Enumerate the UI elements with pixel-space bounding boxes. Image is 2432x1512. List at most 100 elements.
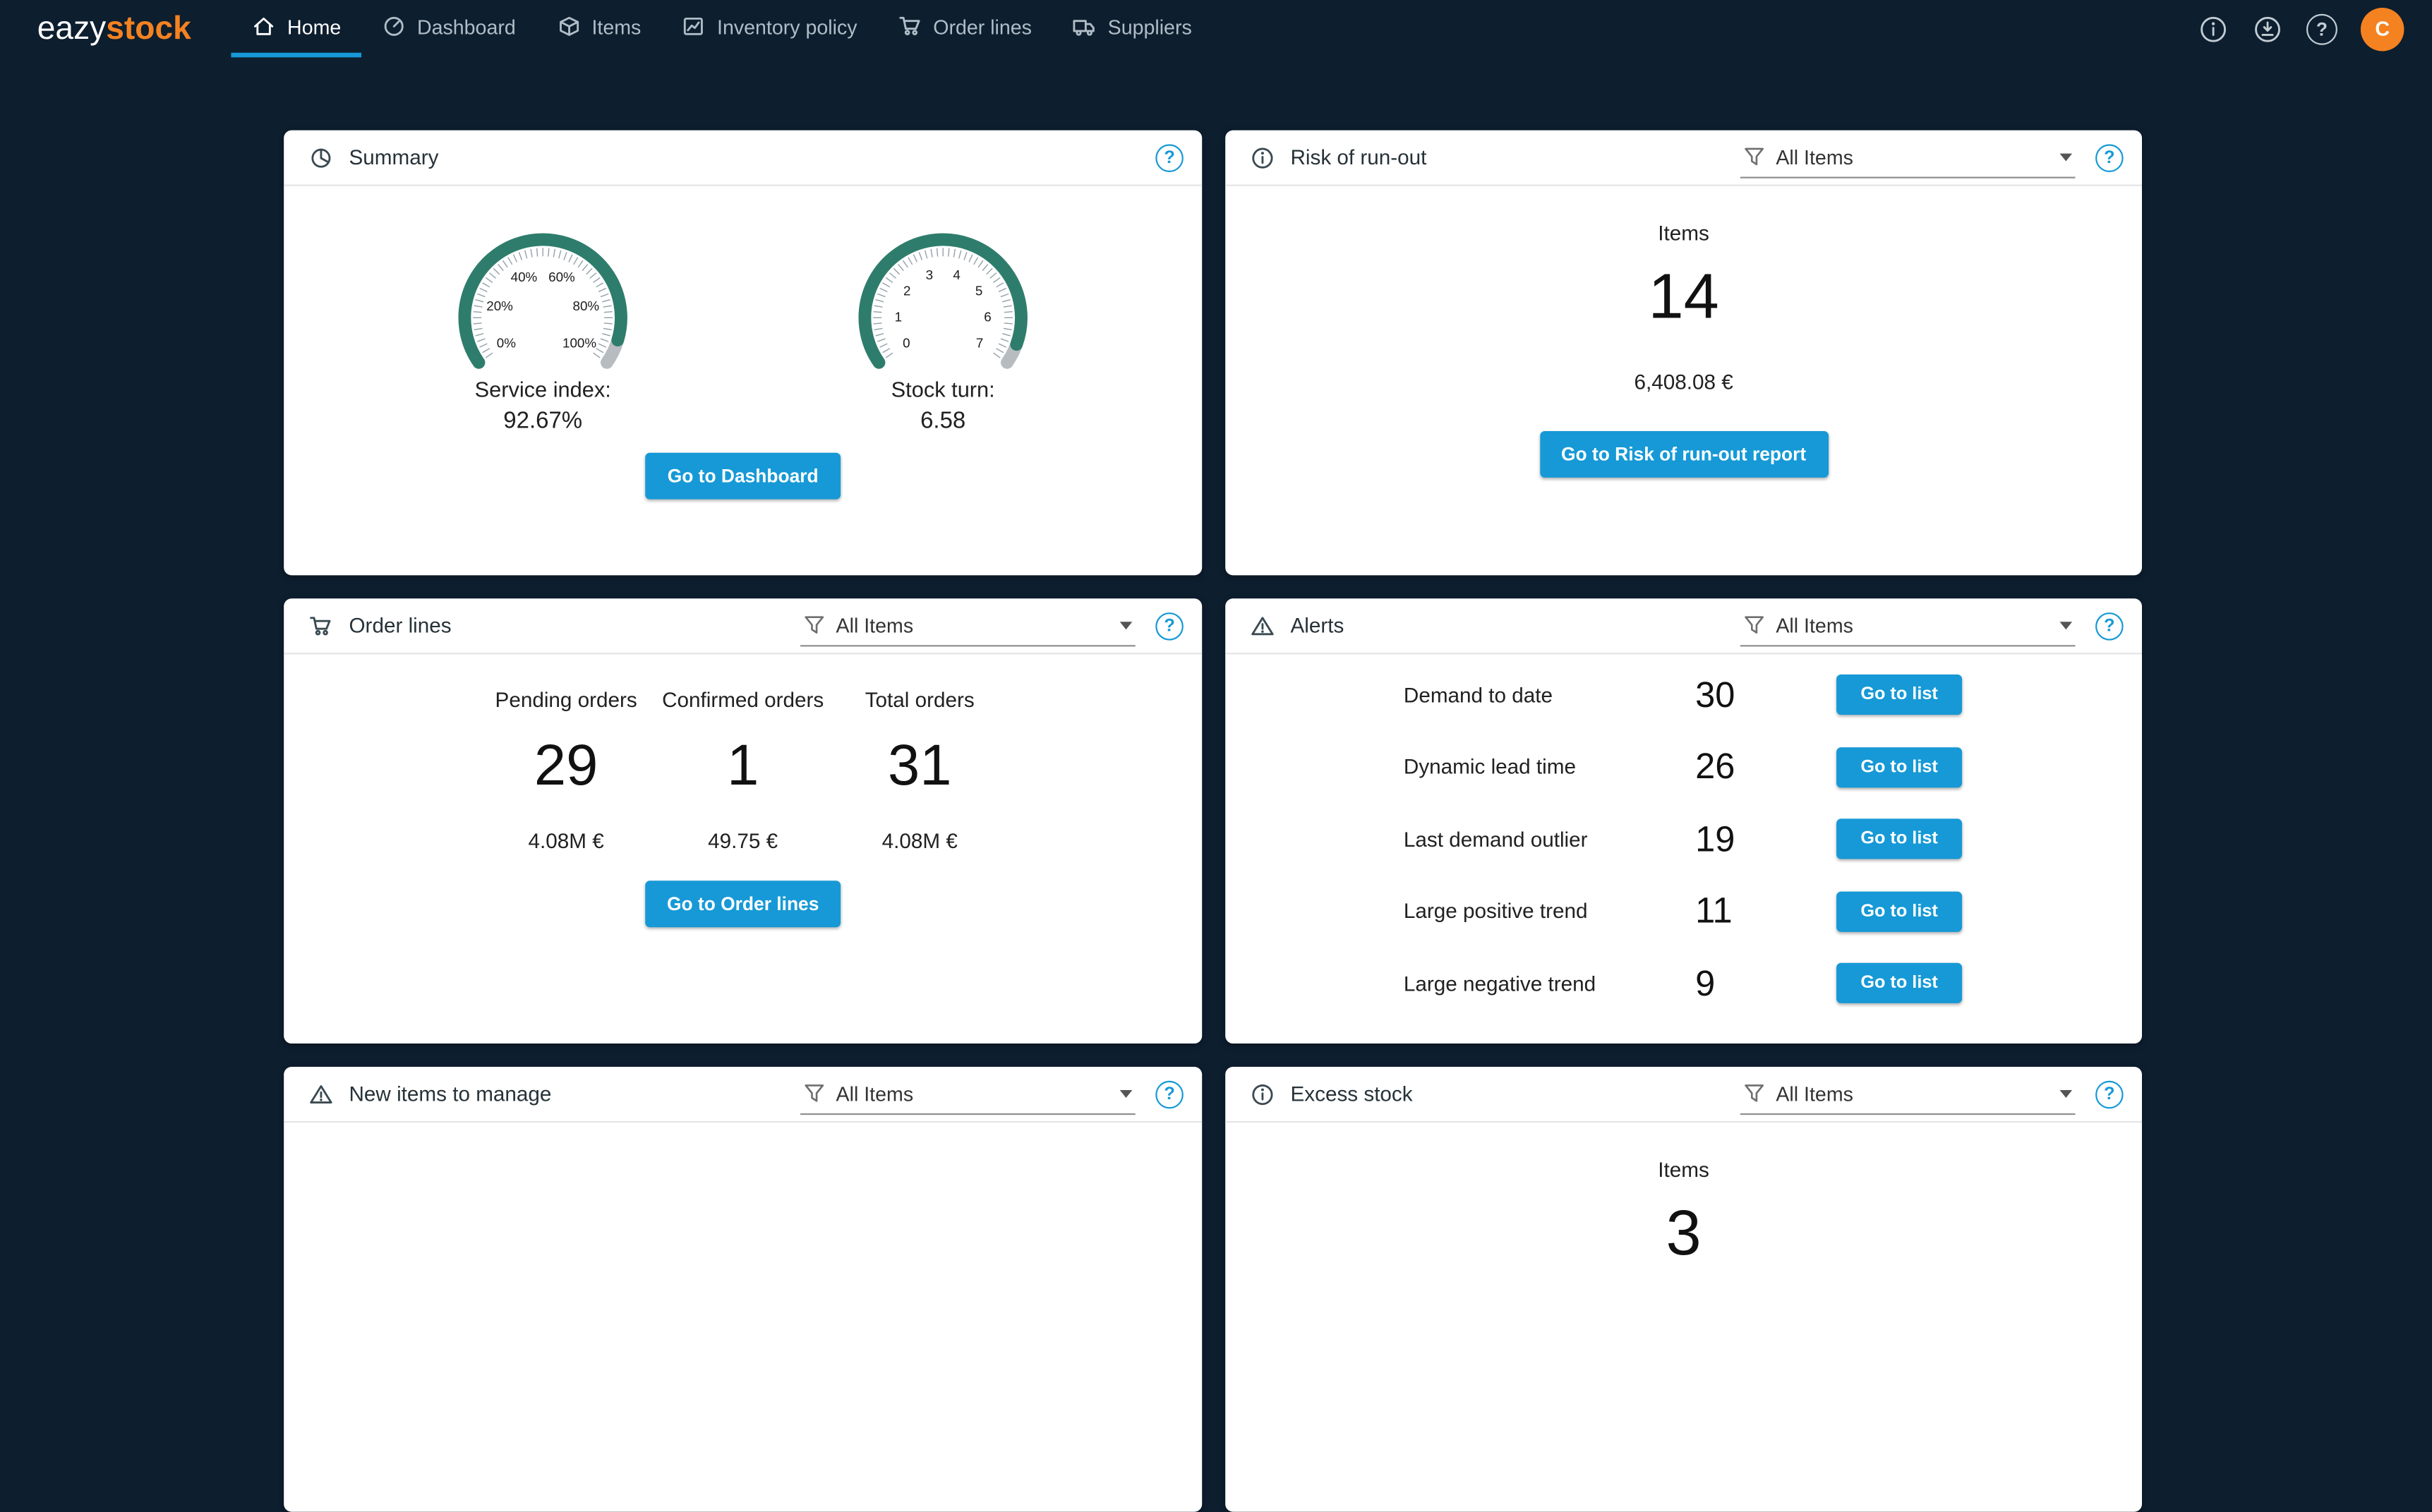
nav-item-inventory-policy[interactable]: Inventory policy [661,0,877,57]
nav-item-home[interactable]: Home [231,0,361,57]
filter-value: All Items [1776,613,1853,636]
go-to-list-button[interactable]: Go to list [1836,675,1962,715]
risk-body: Items 14 6,408.08 € Go to Risk of run-ou… [1225,186,2142,478]
help-icon[interactable]: ? [1155,1080,1184,1108]
alert-row-dynamic-lead-time: Dynamic lead time 26 Go to list [1225,731,2142,803]
alerts-card-header: Alerts All Items ? [1225,598,2142,654]
risk-total-value: 6,408.08 € [1634,370,1733,394]
nav-item-suppliers[interactable]: Suppliers [1052,0,1212,57]
items-label: Items [1658,1159,1709,1182]
service-index-gauge: 0%20%40%60%80%100% [403,217,682,374]
go-to-list-button[interactable]: Go to list [1836,819,1962,859]
svg-text:20%: 20% [486,298,513,313]
filter-value: All Items [836,1082,914,1105]
brand-logo[interactable]: eazystock [37,10,191,47]
items-filter-dropdown[interactable]: All Items [800,605,1136,646]
help-icon[interactable]: ? [2306,13,2337,44]
chevron-down-icon [2060,152,2073,160]
alerts-body: Demand to date 30 Go to list Dynamic lea… [1225,654,2142,1020]
nav-item-items[interactable]: Items [536,0,661,57]
brand-light: eazy [37,10,106,46]
stock-turn-gauge-block: 01234567 Stock turn: 6.58 [788,217,1098,435]
svg-text:6: 6 [984,309,991,324]
order-lines-card: Order lines All Items ? Pending orders 2… [284,598,1202,1044]
alert-count: 9 [1695,962,1836,1004]
filter-value: All Items [1776,1082,1853,1105]
nav-item-label: Order lines [933,15,1032,38]
nav-right-actions: ? C [2198,7,2404,51]
filter-funnel-icon [803,614,825,636]
confirmed-orders-column: Confirmed orders 1 49.75 € [654,689,831,853]
alert-label: Demand to date [1404,684,1695,707]
go-to-risk-report-button[interactable]: Go to Risk of run-out report [1539,431,1828,478]
risk-item-count: 14 [1648,264,1718,331]
nav-item-label: Home [287,15,341,38]
items-filter-dropdown[interactable]: All Items [1740,1074,2076,1114]
column-count: 29 [478,734,655,799]
pending-orders-column: Pending orders 29 4.08M € [478,689,655,853]
help-icon[interactable]: ? [1155,143,1184,171]
nav-item-label: Inventory policy [717,15,857,38]
items-icon [556,14,581,39]
warning-triangle-icon [1250,613,1275,638]
items-filter-dropdown[interactable]: All Items [1740,137,2076,177]
alert-count: 11 [1695,890,1836,932]
help-icon[interactable]: ? [1155,612,1184,640]
go-to-dashboard-button[interactable]: Go to Dashboard [646,453,840,500]
avatar[interactable]: C [2361,7,2404,51]
help-icon[interactable]: ? [2095,143,2124,171]
nav-item-label: Suppliers [1108,15,1192,38]
summary-body: 0%20%40%60%80%100% Service index: 92.67%… [284,186,1202,435]
alert-row-large-positive-trend: Large positive trend 11 Go to list [1225,876,2142,948]
stock-turn-gauge: 01234567 [803,217,1083,374]
brand-bold: stock [106,10,191,46]
go-to-list-button[interactable]: Go to list [1836,963,1962,1003]
filter-funnel-icon [1743,1082,1765,1104]
nav-item-label: Items [591,15,641,38]
go-to-list-button[interactable]: Go to list [1836,891,1962,931]
warning-triangle-icon [308,1082,333,1106]
suppliers-icon [1072,14,1097,39]
go-to-order-lines-button[interactable]: Go to Order lines [645,881,841,927]
filter-value: All Items [836,613,914,636]
card-title: Summary [349,146,438,169]
main-nav: Home Dashboard Items Inventory policy [231,0,1212,57]
top-nav: eazystock Home Dashboard Items [0,0,2432,57]
total-orders-column: Total orders 31 4.08M € [831,689,1009,853]
svg-text:2: 2 [903,284,910,298]
chevron-down-icon [1120,1089,1133,1097]
gauge-value: 6.58 [788,408,1098,434]
nav-item-dashboard[interactable]: Dashboard [361,0,536,57]
cart-icon [308,613,333,638]
card-title: New items to manage [349,1082,551,1106]
inventory-policy-icon [681,14,706,39]
alerts-card: Alerts All Items ? Demand to date 30 Go … [1225,598,2142,1044]
go-to-list-button[interactable]: Go to list [1836,747,1962,787]
card-title: Order lines [349,614,451,637]
filter-value: All Items [1776,145,1853,168]
card-title: Excess stock [1290,1082,1412,1106]
column-label: Pending orders [478,689,655,712]
alert-label: Last demand outlier [1404,828,1695,851]
gauge-label: Service index: [387,377,698,401]
help-icon[interactable]: ? [2095,612,2124,640]
chevron-down-icon [2060,621,2073,629]
column-value: 4.08M € [831,830,1009,853]
nav-item-order-lines[interactable]: Order lines [877,0,1052,57]
info-icon[interactable] [2198,13,2229,44]
help-icon[interactable]: ? [2095,1080,2124,1108]
excess-item-count: 3 [1666,1200,1702,1267]
column-value: 49.75 € [654,830,831,853]
new-items-card: New items to manage All Items ? [284,1067,1202,1512]
summary-card: Summary ? 0%20%40%60%80%100% Service ind… [284,131,1202,576]
service-index-gauge-block: 0%20%40%60%80%100% Service index: 92.67% [387,217,698,435]
items-filter-dropdown[interactable]: All Items [1740,605,2076,646]
risk-card-header: Risk of run-out All Items ? [1225,131,2142,186]
summary-card-header: Summary ? [284,131,1202,186]
card-title: Risk of run-out [1290,146,1426,169]
download-icon[interactable] [2252,13,2283,44]
gauge-label: Stock turn: [788,377,1098,401]
excess-stock-card: Excess stock All Items ? Items 3 [1225,1067,2142,1512]
items-filter-dropdown[interactable]: All Items [800,1074,1136,1114]
excess-stock-body: Items 3 [1225,1123,2142,1266]
